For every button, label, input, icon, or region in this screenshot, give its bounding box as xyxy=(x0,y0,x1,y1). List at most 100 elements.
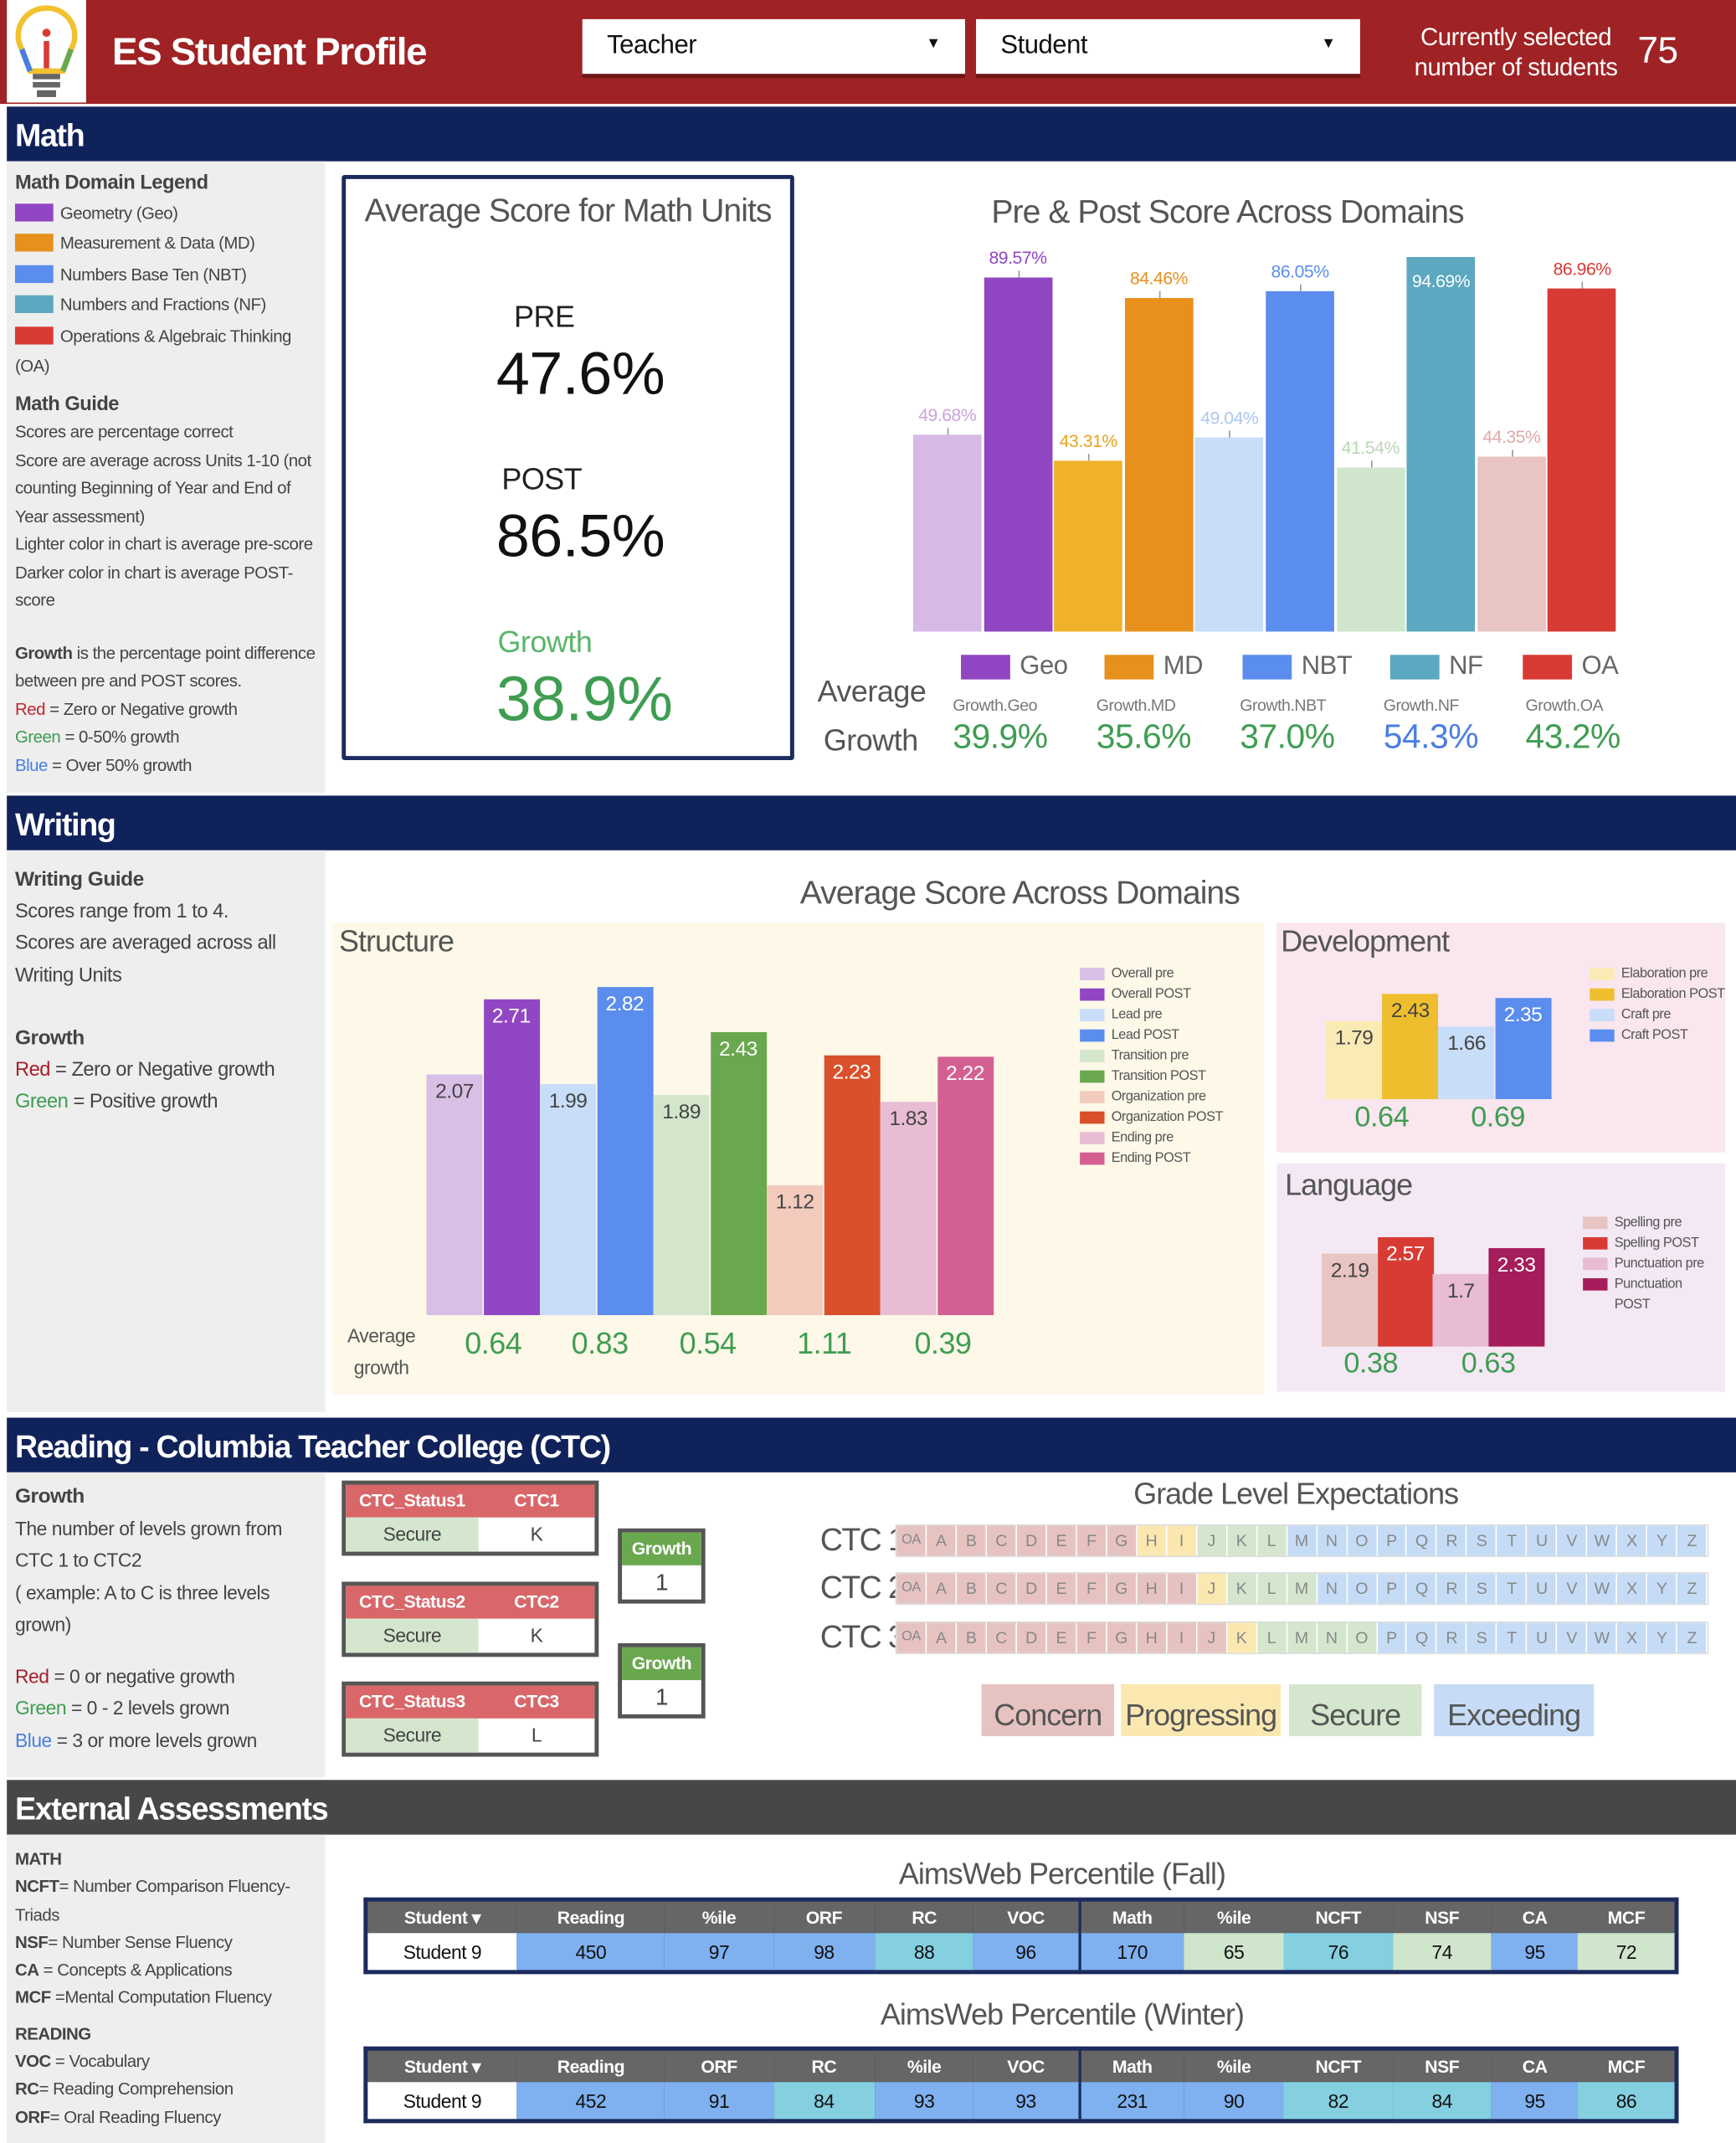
gle-cell-n: N xyxy=(1317,1525,1348,1556)
student-dropdown[interactable]: Student ▼ xyxy=(976,18,1360,75)
growth-value: 0.83 xyxy=(571,1326,629,1360)
legend-label: Numbers and Fractions (NF) xyxy=(59,295,266,315)
red-text: = Zero or Negative growth xyxy=(49,1058,275,1081)
legend-swatch xyxy=(1080,1152,1105,1165)
column-header-student[interactable]: Student ▾ xyxy=(365,1899,517,1934)
abbrev-orf: ORF= Oral Reading Fluency xyxy=(15,2104,317,2131)
gle-cell-z: Z xyxy=(1677,1573,1708,1604)
legend-label: Lead POST xyxy=(1111,1028,1179,1044)
data-label-spelling-post: 2.57 xyxy=(1386,1242,1425,1267)
teacher-dropdown[interactable]: Teacher ▼ xyxy=(582,18,965,75)
gle-cell-q: Q xyxy=(1407,1622,1438,1653)
gle-title: Grade Level Expectations xyxy=(1133,1476,1459,1511)
gle-cell-e: E xyxy=(1046,1573,1077,1604)
level-value: K xyxy=(530,1523,543,1545)
data-label-nbt-post: 86.05% xyxy=(1271,261,1330,282)
score-cell-rc: 84 xyxy=(773,2082,876,2121)
green-key-line: Green = 0-50% growth xyxy=(15,723,317,751)
legend-label: Measurement & Data (MD) xyxy=(59,234,255,254)
gle-cell-i: I xyxy=(1167,1622,1198,1653)
legend-label: Ending pre xyxy=(1111,1130,1174,1146)
green-key: Green xyxy=(14,727,61,747)
score-cell-rc: 88 xyxy=(875,1933,974,1972)
legend-item-numbers-and-fractions-nf: Numbers and Fractions (NF) xyxy=(14,290,317,321)
legend-swatch-nf xyxy=(1389,655,1440,680)
score-cell-ile: 65 xyxy=(1184,1933,1285,1972)
column-header-student[interactable]: Student ▾ xyxy=(365,2048,517,2083)
gle-cell-b: B xyxy=(957,1573,987,1604)
growth-label-growth-nbt: Growth.NBT xyxy=(1240,696,1327,716)
data-label-transition-pre: 1.89 xyxy=(662,1100,701,1124)
data-label-punctuation-post: 2.33 xyxy=(1497,1252,1536,1277)
bar-geo-pre xyxy=(912,435,982,632)
legend-swatch xyxy=(14,203,54,221)
selected-students-label: Currently selected number of students xyxy=(1414,23,1618,81)
table-row: Student 9 452 91 84 93 93 231 90 82 84 95 86 xyxy=(365,2082,1677,2121)
legend-label: Punctuation POST xyxy=(1614,1277,1682,1313)
abbrev-mcf: MCF =Mental Computation Fluency xyxy=(15,1984,317,2012)
section-header-math: Math xyxy=(7,106,1736,162)
legend-swatch xyxy=(1590,968,1615,980)
red-key: Red xyxy=(14,1664,49,1687)
gle-cell-k: K xyxy=(1226,1525,1257,1556)
red-key: Red xyxy=(14,699,45,719)
gle-key-secure: Secure xyxy=(1289,1683,1422,1737)
growth-value: 0.64 xyxy=(1354,1102,1410,1133)
data-label-md-post: 84.46% xyxy=(1129,267,1189,289)
column-header-rc: RC xyxy=(773,2048,876,2083)
data-label-craft-post: 2.35 xyxy=(1503,1002,1543,1026)
writing-growth-title: Growth xyxy=(14,1026,85,1051)
score-cell-nsf: 84 xyxy=(1392,2082,1492,2121)
math-chart-title: Pre & Post Score Across Domains xyxy=(991,193,1464,231)
legend-label: Elaboration pre xyxy=(1620,966,1708,982)
gle-cell-s: S xyxy=(1466,1525,1497,1556)
abbrev-voc: VOC = Vocabulary xyxy=(15,2048,317,2076)
column-header-nsf: NSF xyxy=(1392,1899,1492,1934)
score-cell-reading: 450 xyxy=(516,1933,665,1972)
growth-label-growth-geo: Growth.Geo xyxy=(953,696,1038,716)
score-cell-nsf: 74 xyxy=(1392,1933,1492,1972)
score-cell-orf: 91 xyxy=(665,2082,773,2121)
score-cell-ncft: 76 xyxy=(1284,1933,1393,1972)
aims-title-winter: AimsWeb Percentile (Winter) xyxy=(880,1997,1245,2032)
level-value: L xyxy=(531,1724,542,1746)
legend-item-spelling-post: Spelling POST xyxy=(1583,1233,1719,1253)
label-tick xyxy=(1300,285,1302,292)
legend-label: Transition pre xyxy=(1111,1048,1189,1064)
chevron-down-icon: ▼ xyxy=(1321,35,1336,53)
gle-cell-q: Q xyxy=(1407,1573,1438,1604)
bar-transition-post xyxy=(710,1032,767,1316)
math-guide-line: Score are average across Units 1-10 (not… xyxy=(14,450,311,526)
legend-swatch xyxy=(14,295,54,313)
legend-swatch xyxy=(1590,988,1615,1001)
data-label-nbt-pre: 49.04% xyxy=(1200,408,1259,429)
label-tick xyxy=(947,428,949,436)
data-label-organization-post: 2.23 xyxy=(832,1061,871,1085)
legend-item-geometry-geo: Geometry (Geo) xyxy=(14,198,317,229)
gle-cell-n: N xyxy=(1317,1573,1348,1604)
teacher-dropdown-label: Teacher xyxy=(607,31,697,60)
gle-cell-h: H xyxy=(1137,1573,1168,1604)
label-tick xyxy=(1017,270,1020,278)
legend-swatch xyxy=(1583,1216,1608,1230)
gle-cell-j: J xyxy=(1197,1573,1227,1604)
data-label-elaboration-pre: 1.79 xyxy=(1334,1026,1374,1051)
gle-cell-w: W xyxy=(1587,1573,1618,1604)
legend-item-operations-algebraic-thinking-oa: Operations & Algebraic Thinking (OA) xyxy=(14,321,317,382)
score-cell-ca: 95 xyxy=(1491,1933,1579,1972)
growth-label-growth-oa: Growth.OA xyxy=(1525,696,1604,716)
gle-cell-v: V xyxy=(1557,1622,1588,1653)
section-header-external: External Assessments xyxy=(7,1780,1736,1835)
legend-swatch xyxy=(1080,1091,1105,1103)
math-card-title: Average Score for Math Units xyxy=(364,193,773,230)
status-value: Secure xyxy=(346,1618,479,1653)
math-bar-chart: 49.68% 89.57% 43.31% 84.46% 49.04% 86.05% 41.5… xyxy=(912,237,1621,632)
bar-nbt-post xyxy=(1266,291,1334,632)
abbrev-ncft: NCFT= Number Comparison Fluency-Triads xyxy=(15,1873,317,1929)
gle-cell-g: G xyxy=(1107,1622,1138,1653)
blue-key-line: Blue = 3 or more levels grown xyxy=(15,1724,317,1756)
section-header-writing: Writing xyxy=(7,795,1736,851)
gle-cell-r: R xyxy=(1437,1525,1467,1556)
legend-item-overall-post: Overall POST xyxy=(1080,984,1244,1005)
label-tick xyxy=(1158,290,1161,298)
